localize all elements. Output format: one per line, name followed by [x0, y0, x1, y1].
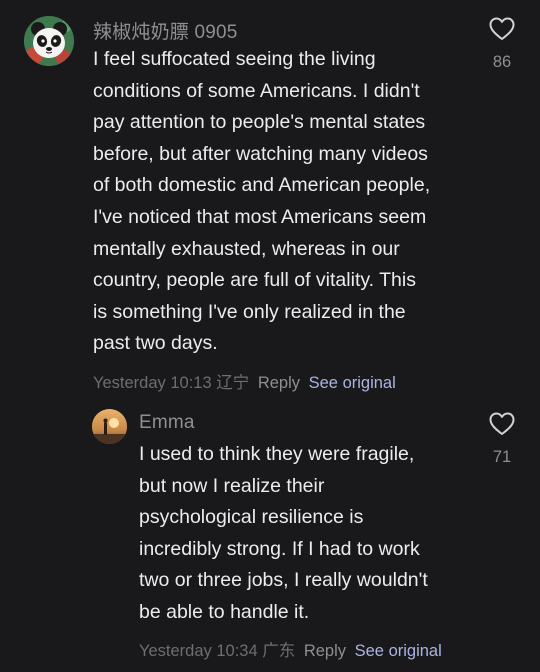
timestamp: Yesterday 10:13: [93, 374, 212, 392]
like-button[interactable]: 71: [482, 412, 522, 467]
comment-line: I feel suffocated seeing the living: [93, 48, 376, 70]
location: 广东: [262, 642, 296, 660]
comment-line: I used to think they were fragile,: [139, 443, 415, 465]
panda-avatar-icon: [24, 16, 74, 66]
comment-meta: Yesterday 10:13 辽宁 Reply See original: [93, 369, 396, 393]
comment-line: is something I've only realized in the: [93, 300, 406, 323]
reply-button[interactable]: Reply: [258, 374, 300, 392]
comment-line: I've noticed that most Americans seem: [93, 205, 427, 228]
comment-line: incredibly strong. If I had to work: [139, 537, 420, 560]
comment-line: two or three jobs, I really wouldn't: [139, 569, 428, 592]
comment-line: psychological resilience is: [139, 506, 364, 529]
comment-line: of both domestic and American people,: [93, 174, 431, 197]
username[interactable]: Emma: [139, 412, 195, 434]
like-button[interactable]: 86: [482, 17, 522, 72]
reply-comment-item: Emma I used to think they were fragile, …: [0, 400, 540, 672]
heart-outline-icon[interactable]: [489, 17, 515, 41]
comment-line: but now I realize their: [139, 474, 325, 497]
comment-line: country, people are full of vitality. Th…: [93, 269, 416, 292]
comment-line: past two days.: [93, 332, 218, 355]
comment-line: pay attention to people's mental states: [93, 111, 426, 134]
avatar[interactable]: [92, 409, 127, 444]
see-original-link[interactable]: See original: [355, 642, 442, 660]
timestamp: Yesterday 10:34: [139, 642, 258, 660]
username[interactable]: 辣椒炖奶膘 0905: [93, 17, 238, 44]
like-count: 86: [492, 53, 512, 71]
comment-item: 辣椒炖奶膘 0905 I feel suffocated seeing the …: [0, 0, 540, 400]
sunset-avatar-icon: [92, 409, 127, 444]
comment-line: before, but after watching many videos: [93, 142, 428, 165]
comment-meta: Yesterday 10:34 广东 Reply See original: [139, 637, 442, 661]
avatar[interactable]: [24, 16, 74, 66]
comment-text: I used to think they were fragile, but n…: [139, 439, 428, 629]
comment-line: conditions of some Americans. I didn't: [93, 79, 420, 102]
location: 辽宁: [216, 374, 250, 392]
comment-text: I feel suffocated seeing the living cond…: [93, 44, 430, 360]
comment-line: be able to handle it.: [139, 600, 310, 623]
reply-button[interactable]: Reply: [304, 642, 346, 660]
like-count: 71: [492, 448, 512, 466]
see-original-link[interactable]: See original: [309, 374, 396, 392]
comment-line: mentally exhausted, whereas in our: [93, 237, 400, 260]
heart-outline-icon[interactable]: [489, 412, 515, 436]
